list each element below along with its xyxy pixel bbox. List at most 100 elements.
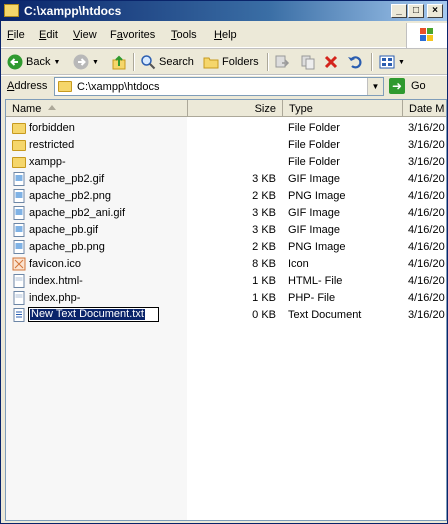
folders-icon — [203, 57, 219, 69]
file-row[interactable]: index.html- 1 KB HTML- File 4/16/20 — [6, 273, 446, 290]
file-date: 4/16/20 — [408, 241, 445, 253]
rename-input[interactable]: New Text Document.txt — [28, 307, 159, 322]
address-bar: Address C:\xampp\htdocs ▼ ➜ Go — [1, 74, 447, 99]
file-row[interactable]: restricted File Folder 3/16/20 — [6, 137, 446, 154]
file-name: apache_pb2.png — [29, 190, 111, 202]
back-button[interactable]: Back ▼ — [7, 53, 60, 71]
file-date: 4/16/20 — [408, 275, 445, 287]
file-type: File Folder — [288, 139, 340, 151]
file-name: restricted — [29, 139, 75, 151]
windows-flag-icon — [420, 28, 433, 41]
column-header-type[interactable]: Type — [283, 100, 403, 117]
go-arrow-icon: ➜ — [389, 78, 405, 94]
file-name: apache_pb2.gif — [29, 173, 105, 185]
window-title: C:\xampp\htdocs — [24, 4, 122, 18]
column-header-date[interactable]: Date M — [403, 100, 446, 117]
forward-icon — [73, 54, 89, 70]
file-type: GIF Image — [288, 207, 340, 219]
copy-to-icon — [301, 55, 315, 70]
file-date: 4/16/20 — [408, 190, 445, 202]
move-to-button[interactable] — [274, 53, 293, 71]
delete-button[interactable] — [323, 53, 342, 71]
file-row[interactable]: favicon.ico 8 KB Icon 4/16/20 — [6, 256, 446, 273]
explorer-window: C:\xampp\htdocs _ □ × File Edit View Fav… — [0, 0, 448, 524]
file-date: 4/16/20 — [408, 173, 445, 185]
copy-to-button[interactable] — [300, 53, 319, 71]
file-row[interactable]: apache_pb2.png 2 KB PNG Image 4/16/20 — [6, 188, 446, 205]
file-type: HTML- File — [288, 275, 343, 287]
image-file-icon — [12, 172, 26, 186]
close-button[interactable]: × — [427, 4, 443, 18]
file-size: 2 KB — [252, 241, 276, 253]
title-bar[interactable]: C:\xampp\htdocs _ □ × — [1, 1, 447, 21]
file-date: 3/16/20 — [408, 122, 445, 134]
chevron-down-icon: ▼ — [53, 58, 61, 66]
file-date: 4/16/20 — [408, 224, 445, 236]
file-size: 3 KB — [252, 173, 276, 185]
folders-button[interactable]: Folders — [203, 53, 259, 71]
maximize-button[interactable]: □ — [408, 4, 424, 18]
views-button[interactable]: ▼ — [379, 53, 405, 71]
chevron-down-icon: ▼ — [371, 82, 380, 91]
file-name: apache_pb2_ani.gif — [29, 207, 126, 219]
menu-tools[interactable]: Tools — [171, 29, 197, 41]
up-icon — [112, 55, 126, 70]
maximize-icon: □ — [412, 5, 420, 16]
file-row[interactable]: index.php- 1 KB PHP- File 4/16/20 — [6, 290, 446, 307]
folder-icon — [4, 4, 19, 17]
file-name: forbidden — [29, 122, 75, 134]
menu-help[interactable]: Help — [214, 29, 237, 41]
file-row[interactable]: apache_pb.gif 3 KB GIF Image 4/16/20 — [6, 222, 446, 239]
generic-file-icon — [12, 274, 26, 288]
search-button[interactable]: Search — [140, 53, 194, 71]
file-size: 1 KB — [252, 275, 276, 287]
back-icon — [7, 54, 23, 70]
file-name: apache_pb.png — [29, 241, 105, 253]
image-file-icon — [12, 240, 26, 254]
file-row[interactable]: forbidden File Folder 3/16/20 — [6, 120, 446, 137]
file-name: index.html- — [29, 275, 83, 287]
column-header-size[interactable]: Size — [188, 100, 283, 117]
folder-icon — [12, 155, 26, 169]
file-size: 1 KB — [252, 292, 276, 304]
file-row[interactable]: xampp- File Folder 3/16/20 — [6, 154, 446, 171]
file-row[interactable]: apache_pb2_ani.gif 3 KB GIF Image 4/16/20 — [6, 205, 446, 222]
address-label: Address — [7, 80, 48, 92]
generic-file-icon — [12, 291, 26, 305]
menu-favorites[interactable]: Favorites — [110, 29, 155, 41]
forward-button[interactable]: ▼ — [73, 53, 99, 71]
menu-bar: File Edit View Favorites Tools Help — [1, 23, 447, 48]
go-button[interactable]: ➜ Go — [389, 78, 426, 94]
file-type: PNG Image — [288, 241, 346, 253]
menu-file[interactable]: File — [7, 29, 25, 41]
minimize-button[interactable]: _ — [391, 4, 407, 18]
menu-view[interactable]: View — [73, 29, 97, 41]
file-date: 3/16/20 — [408, 309, 445, 321]
address-input[interactable]: C:\xampp\htdocs ▼ — [54, 77, 384, 96]
file-name: index.php- — [29, 292, 81, 304]
file-row[interactable]: New Text Document.txt 0 KB Text Document 3/… — [6, 307, 446, 324]
file-date: 3/16/20 — [408, 156, 445, 168]
file-row[interactable]: apache_pb2.gif 3 KB GIF Image 4/16/20 — [6, 171, 446, 188]
address-dropdown-button[interactable]: ▼ — [367, 78, 383, 95]
file-type: PNG Image — [288, 190, 346, 202]
file-date: 4/16/20 — [408, 258, 445, 270]
file-type: File Folder — [288, 122, 340, 134]
file-date: 4/16/20 — [408, 292, 445, 304]
undo-icon — [348, 56, 362, 69]
file-name: apache_pb.gif — [29, 224, 99, 236]
file-size: 8 KB — [252, 258, 276, 270]
menu-edit[interactable]: Edit — [39, 29, 58, 41]
sort-ascending-icon — [48, 105, 56, 110]
folder-icon — [12, 138, 26, 152]
file-type: PHP- File — [288, 292, 336, 304]
undo-button[interactable] — [347, 53, 366, 71]
file-row[interactable]: apache_pb.png 2 KB PNG Image 4/16/20 — [6, 239, 446, 256]
column-header-name[interactable]: Name — [6, 100, 188, 117]
file-list[interactable]: Name Size Type Date M forbidden File Fold… — [5, 99, 447, 521]
file-name-selected: New Text Document.txt — [30, 308, 145, 320]
close-icon: × — [432, 5, 438, 16]
up-button[interactable] — [111, 53, 130, 71]
views-icon — [379, 55, 395, 69]
file-name: favicon.ico — [29, 258, 81, 270]
